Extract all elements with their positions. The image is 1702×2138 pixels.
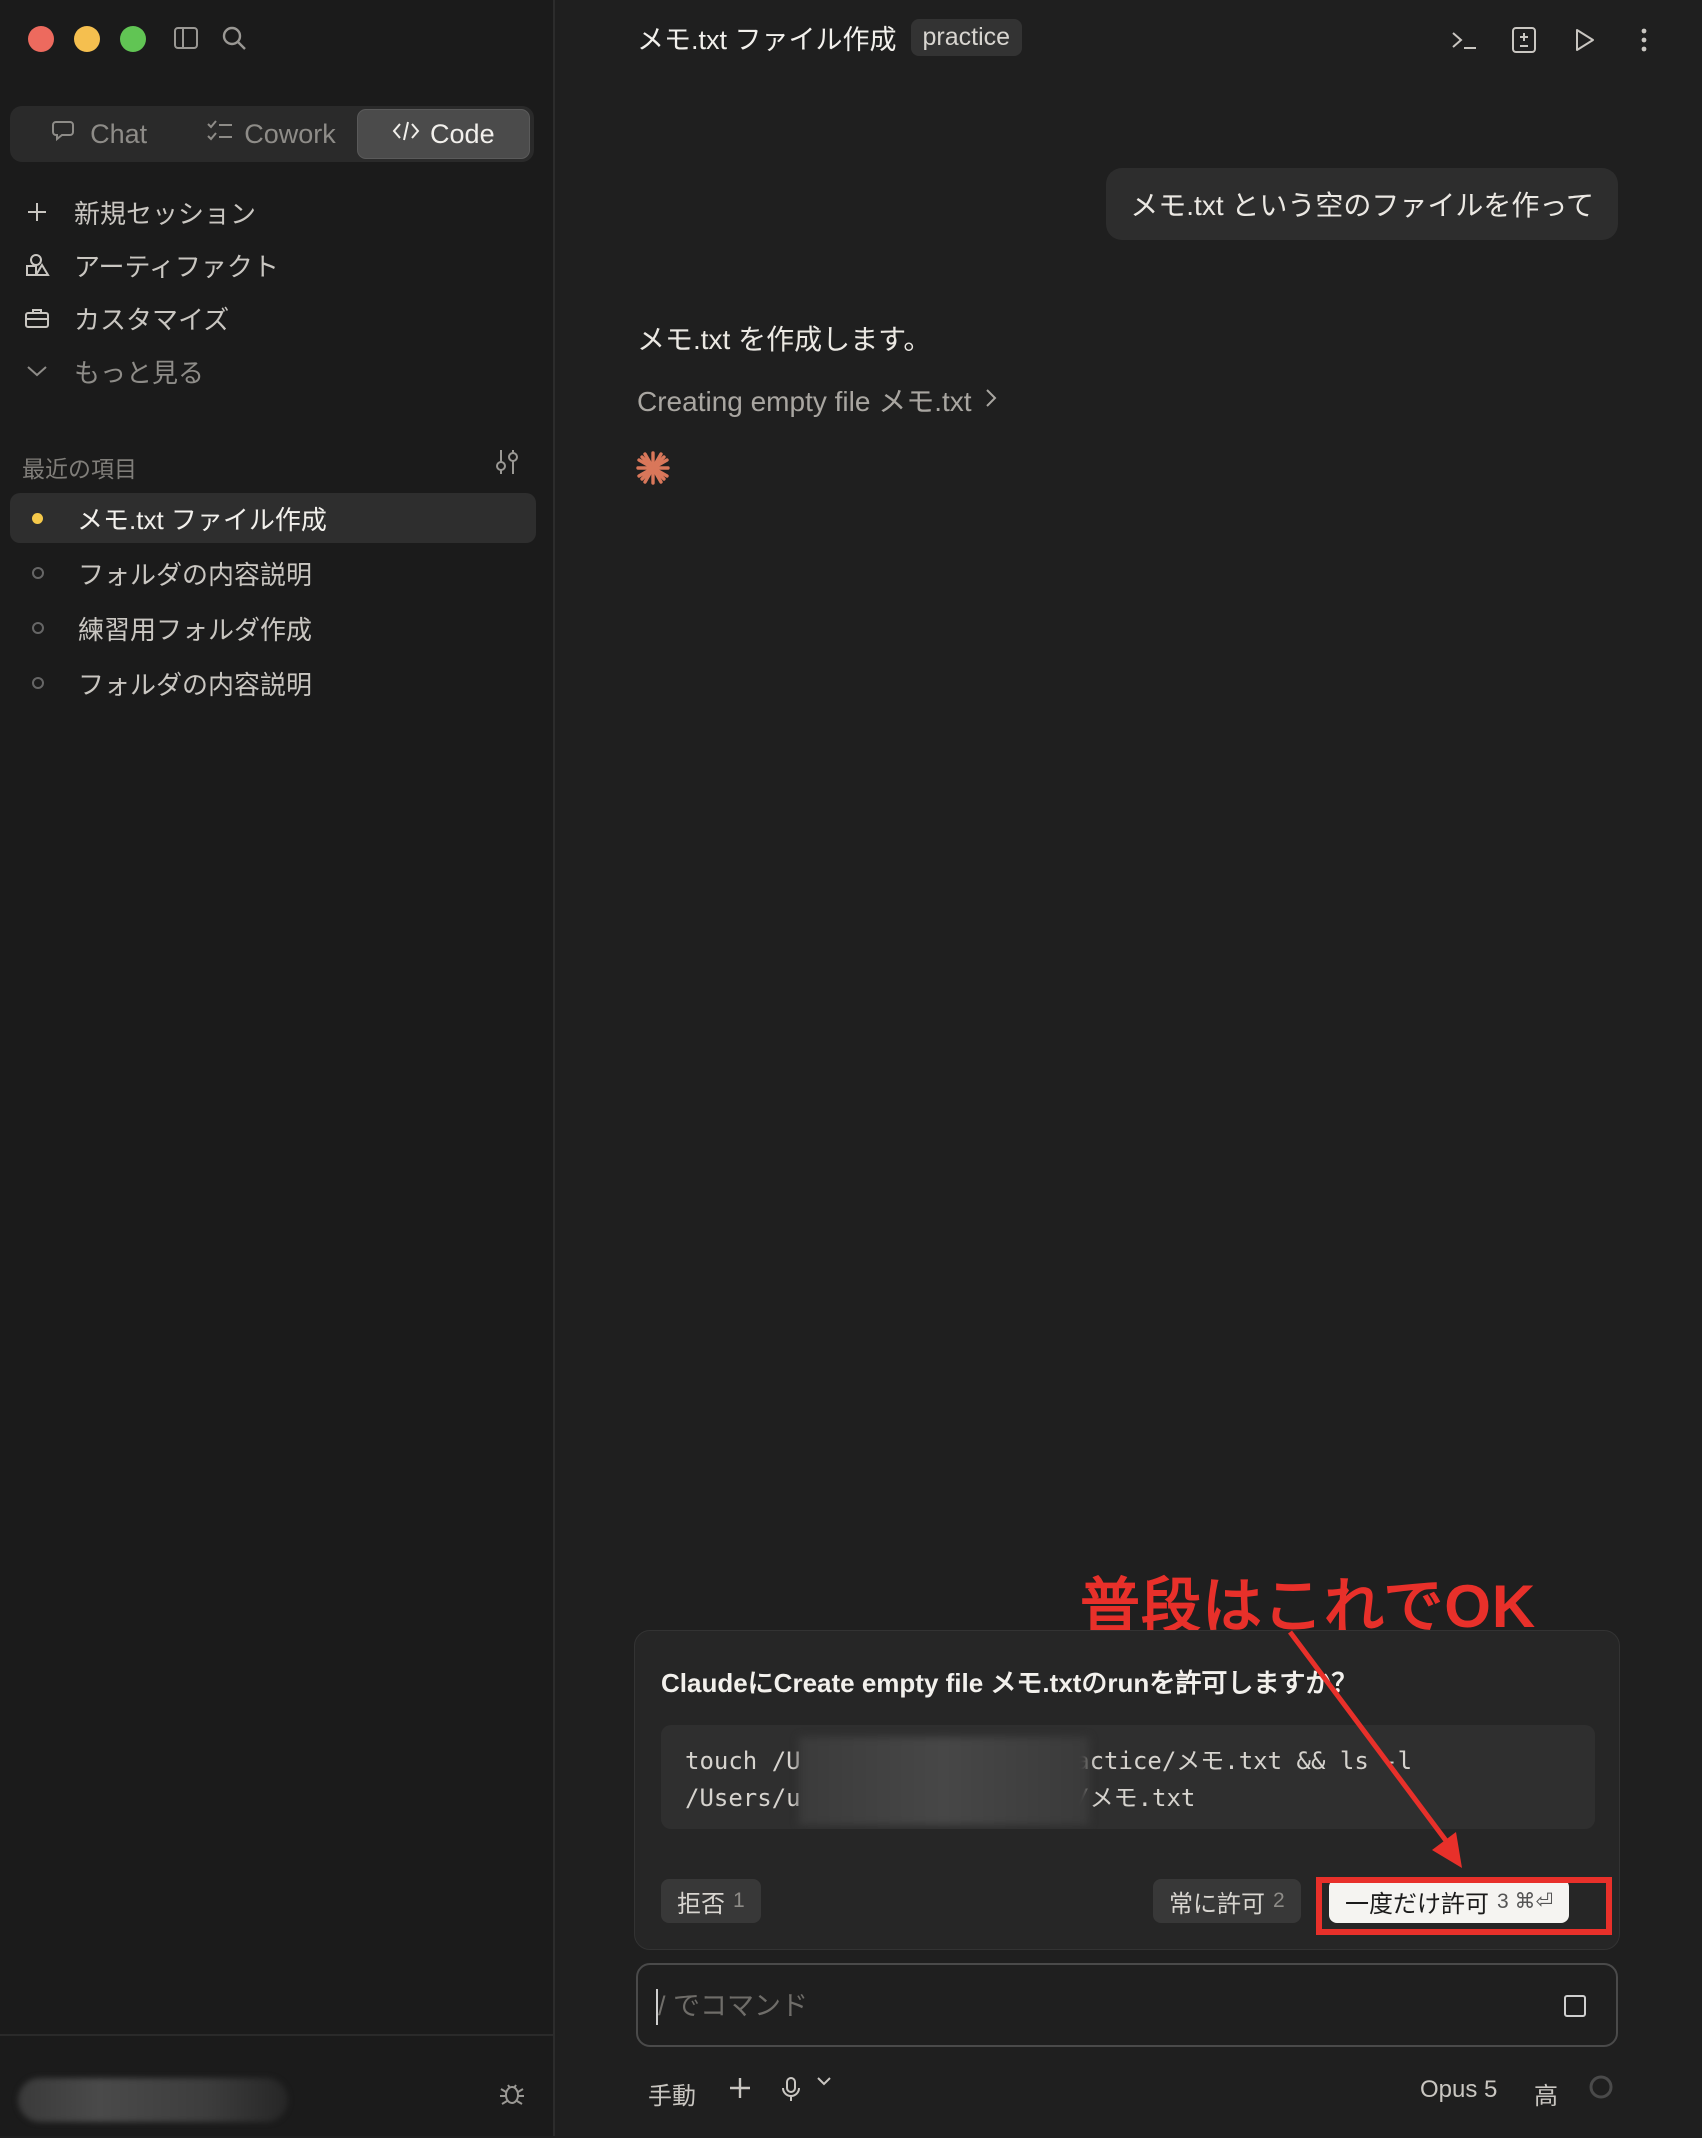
chevron-down-icon[interactable] [816,2076,832,2086]
account-avatar[interactable] [18,2078,288,2122]
model-selector[interactable]: Opus 5 [1420,2076,1497,2104]
recent-item[interactable]: フォルダの内容説明 [10,548,536,598]
code-icon [392,119,420,150]
redacted-path [799,1737,1089,1825]
recent-section-label: 最近の項目 [22,456,137,482]
context-usage-ring-icon [1588,2074,1614,2100]
status-dot [32,622,44,634]
header-actions [1446,22,1662,58]
always-allow-button[interactable]: 常に許可 2 [1153,1879,1301,1923]
nav-label: もっと見る [74,357,205,388]
tab-cowork[interactable]: Cowork [185,110,356,158]
composer-toolbar: 手動 Opus 5 高 [648,2070,1628,2114]
project-badge: practice [910,19,1023,56]
recent-item[interactable]: メモ.txt ファイル作成 [10,493,536,543]
stop-icon[interactable] [1564,1995,1586,2017]
more-button[interactable]: もっと見る [22,349,204,393]
status-dot [32,567,44,579]
recent-item[interactable]: 練習用フォルダ作成 [10,603,536,653]
sidebar-footer [0,2034,553,2138]
deny-button[interactable]: 拒否 1 [661,1879,761,1923]
tool-call-label: Creating empty file メモ.txt [637,386,972,417]
header: メモ.txt ファイル作成 practice [637,18,1023,57]
microphone-icon[interactable] [780,2076,802,2104]
shortcut-key: 1 [733,1889,745,1912]
briefcase-icon [22,306,52,330]
search-icon[interactable] [216,20,252,56]
add-attachment-icon[interactable] [728,2076,752,2100]
shortcut-key: 2 [1273,1889,1285,1912]
deny-label: 拒否 [677,1890,725,1918]
annotation-highlight-box [1316,1877,1612,1935]
tab-cowork-label: Cowork [244,118,336,149]
more-vertical-icon[interactable] [1626,22,1662,58]
sidebar: Chat Cowork Code 新規セッション アーティファクト カスタマイズ… [0,0,555,2136]
artifacts-button[interactable]: アーティファクト [22,243,279,287]
filter-sliders-icon[interactable] [494,448,520,481]
recent-item-label: フォルダの内容説明 [78,559,313,590]
effort-selector[interactable]: 高 [1534,2076,1558,2111]
tab-chat-label: Chat [90,118,148,149]
new-session-button[interactable]: 新規セッション [22,190,256,234]
recent-item-label: メモ.txt ファイル作成 [77,504,327,535]
recent-item[interactable]: フォルダの内容説明 [10,658,536,708]
tool-call-toggle[interactable]: Creating empty file メモ.txt [637,380,998,420]
status-dot [32,677,44,689]
recent-item-label: 練習用フォルダ作成 [78,614,313,645]
customize-button[interactable]: カスタマイズ [22,296,229,340]
permission-question: ClaudeにCreate empty file メモ.txtのrunを許可しま… [661,1668,1358,1698]
mode-switcher: Chat Cowork Code [10,106,534,162]
active-status-dot [32,512,43,524]
message-composer[interactable] [636,1963,1618,2047]
nav-label: カスタマイズ [74,304,230,335]
play-icon[interactable] [1566,22,1602,58]
shapes-icon [22,252,52,278]
recent-item-label: フォルダの内容説明 [78,669,313,700]
command-preview: touch /U ractice/メモ.txt && ls -l/Users/u… [661,1725,1595,1829]
assistant-message: メモ.txt を作成します。 [637,324,932,355]
close-window-button[interactable] [28,26,54,52]
sidebar-toggle-icon[interactable] [168,20,204,56]
minimize-window-button[interactable] [74,26,100,52]
nav-label: 新規セッション [74,198,257,229]
page-title: メモ.txt ファイル作成 [637,25,897,55]
chevron-right-icon [984,384,998,416]
spinner-spark-icon [635,450,671,491]
diff-icon[interactable] [1506,22,1542,58]
checklist-icon [206,118,234,151]
always-allow-label: 常に許可 [1169,1890,1265,1918]
terminal-icon[interactable] [1446,22,1482,58]
nav-label: アーティファクト [74,251,279,282]
permission-mode-button[interactable]: 手動 [648,2076,696,2111]
tab-code[interactable]: Code [356,109,530,159]
tab-code-label: Code [430,118,495,149]
command-input[interactable] [656,1983,1520,2029]
tab-chat[interactable]: Chat [14,110,185,158]
zoom-window-button[interactable] [120,26,146,52]
chevron-down-icon [22,364,52,378]
bug-icon[interactable] [498,2080,526,2113]
chat-bubble-icon [52,118,80,151]
plus-icon [22,201,52,223]
user-message: メモ.txt という空のファイルを作って [1106,168,1618,240]
